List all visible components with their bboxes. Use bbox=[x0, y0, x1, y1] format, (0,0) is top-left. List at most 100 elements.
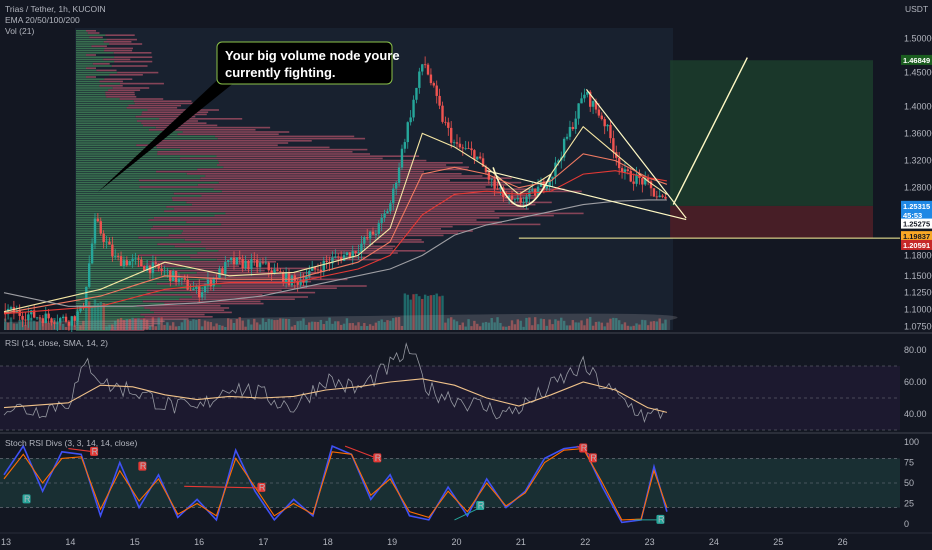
candle-body bbox=[224, 262, 227, 274]
volume-profile-down-bar bbox=[105, 34, 135, 36]
price-tick-label: 1.10000 bbox=[904, 305, 932, 315]
candle-body bbox=[603, 119, 606, 127]
candle-body bbox=[102, 233, 105, 242]
volume-profile-down-bar bbox=[103, 58, 131, 61]
candle-body bbox=[238, 257, 241, 259]
volume-profile-up-bar bbox=[76, 65, 112, 67]
volume-profile-down-bar bbox=[182, 131, 290, 133]
rsi-tick-label: 40.00 bbox=[904, 409, 927, 419]
volume-profile-up-bar bbox=[76, 113, 142, 116]
candle-body bbox=[122, 260, 126, 266]
volume-profile-down-bar bbox=[138, 254, 331, 256]
candle-body bbox=[177, 278, 181, 283]
candle-body bbox=[496, 188, 499, 190]
candle-body bbox=[664, 196, 667, 199]
candle-body bbox=[47, 313, 50, 319]
candle-body bbox=[276, 269, 279, 272]
volume-profile-up-bar bbox=[76, 146, 157, 149]
candle-body bbox=[357, 252, 360, 253]
volume-profile-up-bar bbox=[76, 199, 173, 201]
volume-profile-down-bar bbox=[138, 179, 450, 182]
volume-profile-up-bar bbox=[76, 107, 127, 109]
candle-body bbox=[18, 310, 21, 316]
candle-body bbox=[287, 272, 291, 286]
volume-profile-up-bar bbox=[76, 74, 110, 76]
candle-body bbox=[160, 268, 163, 272]
candle-body bbox=[76, 311, 79, 321]
divergence-marker: R bbox=[476, 500, 485, 510]
candle-body bbox=[186, 279, 189, 290]
volume-profile-down-bar bbox=[160, 140, 312, 142]
volume-profile-down-bar bbox=[159, 118, 243, 120]
volume-profile-up-bar bbox=[76, 89, 109, 91]
volume-profile-down-bar bbox=[166, 206, 524, 208]
volume-profile-up-bar bbox=[76, 228, 151, 230]
candle-body bbox=[435, 85, 438, 96]
volume-profile-down-bar bbox=[142, 111, 209, 113]
candle-body bbox=[189, 289, 192, 291]
volume-profile-down-bar bbox=[223, 166, 469, 168]
volume-profile-down-bar bbox=[215, 135, 355, 138]
price-tick-label: 1.36000 bbox=[904, 128, 932, 138]
volume-profile-up-bar bbox=[76, 80, 100, 83]
volume-profile-down-bar bbox=[119, 82, 164, 85]
candle-body bbox=[209, 279, 213, 287]
candle-body bbox=[406, 122, 409, 143]
rsi-tick-label: 60.00 bbox=[904, 377, 927, 387]
divergence-marker: R bbox=[373, 453, 382, 463]
time-tick-label: 25 bbox=[773, 537, 783, 547]
volume-profile-down-bar bbox=[221, 285, 367, 287]
candle-body bbox=[27, 314, 30, 321]
candle-body bbox=[383, 213, 386, 218]
candle-body bbox=[96, 218, 100, 222]
rsi-tick-label: 80.00 bbox=[904, 345, 927, 355]
candle-body bbox=[360, 243, 363, 253]
callout-line-1: Your big volume node youre bbox=[225, 48, 400, 63]
divergence-marker: R bbox=[22, 494, 31, 504]
volume-profile-up-bar bbox=[76, 265, 137, 267]
candle-body bbox=[597, 109, 601, 116]
time-tick-label: 14 bbox=[65, 537, 75, 547]
price-tag-label: 1.19837 bbox=[903, 232, 930, 241]
candle-body bbox=[316, 269, 320, 271]
volume-profile-up-bar bbox=[76, 148, 181, 151]
volume-profile-up-bar bbox=[76, 190, 222, 193]
volume-profile-up-bar bbox=[76, 49, 105, 52]
volume-profile-up-bar bbox=[76, 203, 192, 206]
candle-body bbox=[591, 101, 595, 107]
volume-profile-up-bar bbox=[76, 137, 218, 140]
volume-profile-up-bar bbox=[76, 208, 175, 210]
volume-profile-down-bar bbox=[180, 157, 383, 160]
volume-profile-down-bar bbox=[136, 120, 198, 122]
volume-profile-up-bar bbox=[76, 166, 224, 168]
price-tick-label: 1.07500 bbox=[904, 322, 932, 332]
candle-body bbox=[50, 318, 53, 323]
volume-profile-up-bar bbox=[76, 291, 191, 294]
volume-profile-down-bar bbox=[153, 217, 500, 219]
price-tick-label: 1.50000 bbox=[904, 34, 932, 44]
volume-profile-down-bar bbox=[86, 54, 96, 56]
volume-profile-down-bar bbox=[146, 289, 282, 292]
divergence-marker: R bbox=[579, 443, 588, 453]
volume-profile-up-bar bbox=[76, 111, 143, 113]
volume-profile-up-bar bbox=[76, 234, 169, 237]
candle-body bbox=[363, 237, 366, 244]
candle-body bbox=[64, 316, 68, 322]
volume-profile-down-bar bbox=[157, 151, 353, 153]
candle-body bbox=[284, 272, 288, 283]
volume-profile-up-bar bbox=[76, 60, 115, 63]
volume-profile-up-bar bbox=[76, 170, 157, 173]
candle-body bbox=[368, 231, 372, 239]
candle-body bbox=[322, 260, 325, 273]
candle-body bbox=[30, 310, 33, 315]
candle-body bbox=[180, 278, 184, 279]
volume-profile-down-bar bbox=[218, 162, 463, 164]
volume-profile-up-bar bbox=[76, 311, 154, 314]
candle-body bbox=[412, 99, 415, 118]
volume-profile-down-bar bbox=[144, 307, 230, 309]
candle-body bbox=[56, 322, 59, 324]
volume-profile-down-bar bbox=[173, 192, 529, 195]
candle-body bbox=[163, 270, 166, 272]
candle-body bbox=[90, 243, 94, 264]
divergence-marker-label: R bbox=[140, 461, 147, 471]
